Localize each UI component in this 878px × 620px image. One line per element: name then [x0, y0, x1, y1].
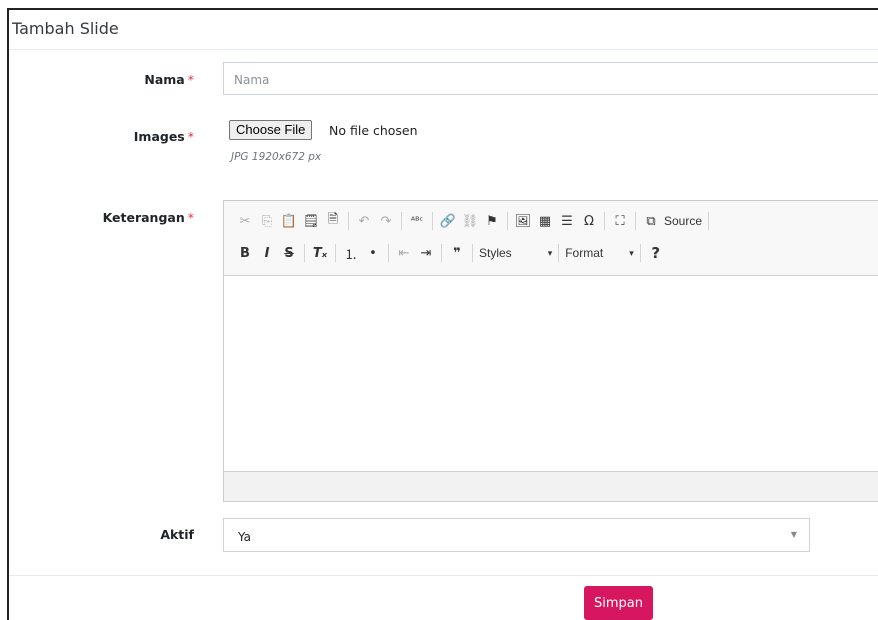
aktif-select[interactable]: Ya ▼ [223, 518, 810, 552]
spellcheck-icon[interactable]: ᴬᴮᶜ [408, 211, 426, 231]
paste-icon[interactable]: 📋 [280, 211, 298, 231]
editor-toolbar: ✂ ⎘ 📋 🗒 🗎 ↶ ↷ ᴬᴮᶜ 🔗 ⛓ ⚑ 🖼 ▦ ☰ Ω ⛶ ⧉ Sour… [224, 201, 878, 276]
footer-divider [9, 575, 878, 576]
undo-icon[interactable]: ↶ [355, 211, 373, 231]
cut-icon[interactable]: ✂ [236, 211, 254, 231]
form-card: Tambah Slide Nama * Nama Images * Choose F… [7, 8, 878, 620]
italic-icon[interactable]: I [258, 243, 276, 263]
paste-word-icon[interactable]: 🗎 [324, 211, 342, 231]
editor-status-bar [224, 471, 878, 501]
toolbar-row-2: B I S Tₓ ⒈ • ⇤ ⇥ ❞ Styles ▾ Format ▾ ? [236, 242, 669, 264]
help-icon[interactable]: ? [647, 243, 665, 263]
indent-icon[interactable]: ⇥ [417, 243, 435, 263]
images-help-text: JPG 1920x672 px [231, 151, 322, 163]
chevron-down-icon: ▾ [547, 247, 553, 258]
toolbar-row-1: ✂ ⎘ 📋 🗒 🗎 ↶ ↷ ᴬᴮᶜ 🔗 ⛓ ⚑ 🖼 ▦ ☰ Ω ⛶ ⧉ Sour… [236, 210, 715, 232]
toolbar-separator [432, 212, 433, 230]
rich-text-editor: ✂ ⎘ 📋 🗒 🗎 ↶ ↷ ᴬᴮᶜ 🔗 ⛓ ⚑ 🖼 ▦ ☰ Ω ⛶ ⧉ Sour… [223, 200, 878, 502]
toolbar-separator [335, 244, 336, 262]
toolbar-separator [604, 212, 605, 230]
redo-icon[interactable]: ↷ [377, 211, 395, 231]
card-title: Tambah Slide [12, 19, 119, 38]
image-icon[interactable]: 🖼 [514, 211, 532, 231]
chevron-down-icon: ▼ [790, 530, 797, 539]
nama-label: Nama * [144, 72, 194, 87]
aktif-selected-value: Ya [238, 530, 252, 544]
aktif-label: Aktif [160, 527, 194, 542]
toolbar-separator [639, 244, 641, 262]
toolbar-separator [708, 212, 710, 230]
unlink-icon[interactable]: ⛓ [461, 211, 479, 231]
horizontal-rule-icon[interactable]: ☰ [558, 211, 576, 231]
copy-icon[interactable]: ⎘ [258, 211, 276, 231]
keterangan-label: Keterangan * [102, 210, 194, 225]
toolbar-separator [635, 212, 636, 230]
anchor-flag-icon[interactable]: ⚑ [483, 211, 501, 231]
strike-icon[interactable]: S [280, 243, 298, 263]
format-dropdown[interactable]: Format ▾ [565, 246, 634, 260]
source-button[interactable]: Source [664, 214, 702, 228]
card-header: Tambah Slide [9, 10, 878, 50]
styles-label: Styles [479, 246, 512, 260]
images-label: Images * [133, 129, 194, 144]
save-button[interactable]: Simpan [584, 586, 653, 620]
numbered-list-icon[interactable]: ⒈ [342, 243, 360, 263]
source-icon[interactable]: ⧉ [642, 211, 660, 231]
blockquote-icon[interactable]: ❞ [448, 243, 466, 263]
file-status: No file chosen [329, 123, 418, 138]
nama-input[interactable]: Nama [223, 62, 878, 95]
bold-icon[interactable]: B [236, 243, 254, 263]
link-icon[interactable]: 🔗 [439, 211, 457, 231]
toolbar-separator [558, 244, 560, 262]
outdent-icon[interactable]: ⇤ [395, 243, 413, 263]
editor-content-area[interactable] [224, 276, 878, 471]
toolbar-separator [441, 244, 442, 262]
chevron-down-icon: ▾ [629, 247, 634, 258]
toolbar-separator [472, 244, 473, 262]
styles-dropdown[interactable]: Styles ▾ [479, 246, 552, 260]
format-label: Format [565, 246, 604, 260]
toolbar-separator [401, 212, 402, 230]
paste-text-icon[interactable]: 🗒 [302, 211, 320, 231]
toolbar-separator [388, 244, 389, 262]
choose-file-button[interactable]: Choose File [229, 120, 313, 140]
remove-format-icon[interactable]: Tₓ [311, 243, 329, 263]
toolbar-separator [348, 212, 349, 230]
special-char-icon[interactable]: Ω [580, 211, 598, 231]
bullet-list-icon[interactable]: • [364, 243, 382, 263]
table-icon[interactable]: ▦ [536, 211, 554, 231]
nama-placeholder: Nama [234, 73, 270, 87]
maximize-icon[interactable]: ⛶ [611, 211, 629, 231]
toolbar-separator [304, 244, 305, 262]
toolbar-separator [507, 212, 508, 230]
